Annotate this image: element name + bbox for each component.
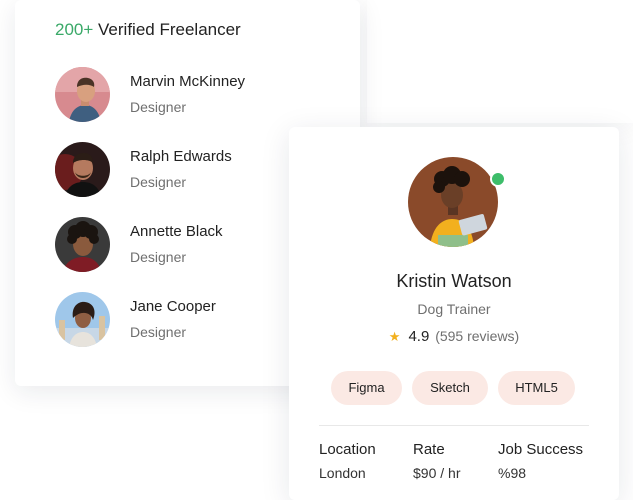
star-icon: ★ [388, 329, 401, 344]
list-item[interactable]: Jane Cooper Designer [55, 292, 245, 347]
person-role: Designer [130, 249, 187, 265]
stat-rate: Rate $90 / hr [413, 441, 460, 481]
profile-avatar-wrapper [408, 157, 506, 247]
stat-value: %98 [498, 465, 527, 481]
stat-job-success: Job Success %98 [498, 441, 583, 481]
card-title-text: Verified Freelancer [98, 20, 241, 39]
background-card [367, 0, 633, 123]
stat-value: London [319, 465, 366, 481]
profile-avatar [408, 157, 498, 247]
divider [319, 425, 589, 426]
person-role: Designer [130, 99, 187, 115]
stat-location: Location London [319, 441, 376, 481]
list-item[interactable]: Ralph Edwards Designer [55, 142, 245, 197]
skill-tag-sketch[interactable]: Sketch [412, 371, 488, 405]
rating: ★ 4.9 (595 reviews) [289, 328, 619, 345]
freelancer-count: 200+ [55, 20, 94, 39]
review-count: (595 reviews) [435, 328, 520, 344]
skill-tag-html5[interactable]: HTML5 [498, 371, 575, 405]
avatar [55, 217, 110, 272]
stat-label: Job Success [498, 441, 584, 458]
avatar [55, 67, 110, 122]
list-item[interactable]: Annette Black Designer [55, 217, 245, 272]
card-title: 200+ Verified Freelancer [55, 20, 241, 40]
freelancer-list: Marvin McKinney Designer Ralph Edwards D… [55, 67, 245, 367]
profile-name: Kristin Watson [396, 271, 512, 291]
stat-value: $90 / hr [413, 465, 461, 481]
skill-tag-figma[interactable]: Figma [331, 371, 402, 405]
person-name: Annette Black [130, 223, 223, 240]
profile-card[interactable]: Kristin Watson Dog Trainer ★ 4.9 (595 rev… [289, 127, 619, 500]
avatar [55, 142, 110, 197]
skill-tags: Figma Sketch HTML5 [331, 371, 585, 405]
person-role: Designer [130, 324, 187, 340]
person-name: Marvin McKinney [130, 73, 246, 90]
stat-label: Rate [413, 441, 445, 458]
list-item[interactable]: Marvin McKinney Designer [55, 67, 245, 122]
person-name: Ralph Edwards [130, 148, 232, 165]
online-status-icon [490, 171, 506, 187]
rating-value: 4.9 [408, 328, 430, 345]
avatar [55, 292, 110, 347]
stat-label: Location [319, 441, 376, 458]
person-name: Jane Cooper [130, 298, 216, 315]
person-role: Designer [130, 174, 187, 190]
profile-role: Dog Trainer [417, 301, 491, 317]
